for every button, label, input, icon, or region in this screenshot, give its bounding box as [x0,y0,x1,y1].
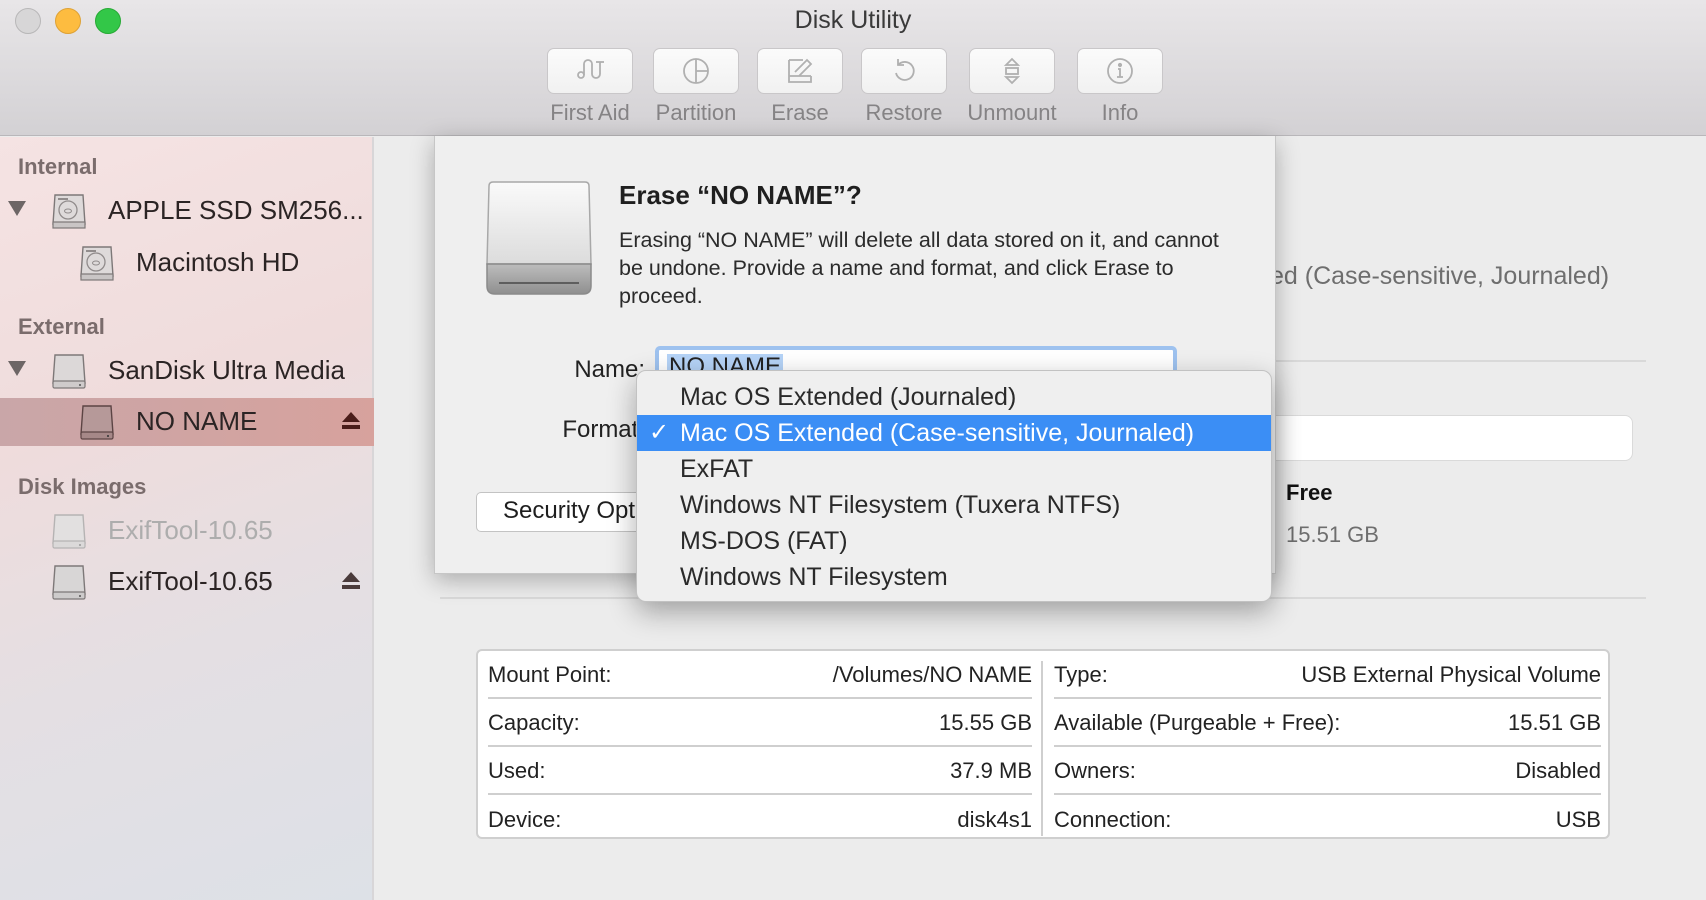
window-title: Disk Utility [794,6,912,34]
info-label: Connection: [1054,807,1172,832]
info-row: Used: 37.9 MB [488,747,1032,795]
divider [1270,360,1646,362]
sidebar-item-apple-ssd[interactable]: APPLE SSD SM256... [0,187,374,235]
volume-format-text: ed (Case-sensitive, Journaled) [1270,262,1610,290]
info-label: Info [1101,100,1139,125]
info-label: Capacity: [488,710,580,735]
external-disk-icon [80,405,114,440]
sidebar-item-macintosh-hd[interactable]: Macintosh HD [0,239,374,287]
sidebar-item-label: ExifTool-10.65 [108,566,273,596]
section-header-disk-images: Disk Images [18,474,147,499]
sidebar-item-exiftool[interactable]: ExifTool-10.65 [0,558,374,606]
format-option-label: MS-DOS (FAT) [680,527,848,555]
checkmark-icon: ✓ [649,419,670,446]
internal-disk-icon [52,194,86,229]
disk-image-icon [52,565,86,600]
format-option-label: Mac OS Extended (Case-sensitive, Journal… [680,419,1195,447]
section-header-internal: Internal [18,154,98,179]
unmount-icon [1003,57,1021,85]
external-drive-icon [486,181,592,295]
sidebar-item-label: SanDisk Ultra Media [108,355,345,385]
eraser-icon [788,58,813,83]
format-option-label: ExFAT [680,455,754,483]
info-value: disk4s1 [957,807,1032,832]
info-value: USB [1555,807,1601,832]
sidebar-item-label: APPLE SSD SM256... [108,195,364,225]
eject-icon[interactable] [342,572,360,592]
info-row: Capacity: 15.55 GB [488,699,1032,747]
disk-image-icon [52,514,86,549]
format-option-label: Windows NT Filesystem [680,563,948,591]
free-label: Free [1286,480,1333,505]
disclosure-triangle-icon[interactable] [8,201,26,216]
format-option[interactable]: Windows NT Filesystem [637,559,1271,595]
info-value: /Volumes/NO NAME [832,662,1032,687]
stethoscope-icon [577,59,604,79]
info-label: Owners: [1054,758,1136,783]
sidebar-item-label: Macintosh HD [136,247,300,277]
sidebar: Internal APPLE SSD SM256... Macintosh HD… [0,137,374,900]
format-option-selected[interactable]: ✓ Mac OS Extended (Case-sensitive, Journ… [637,415,1271,451]
sidebar-item-sandisk[interactable]: SanDisk Ultra Media [0,347,374,395]
info-row: Type: USB External Physical Volume [1054,651,1601,699]
format-label: Format: [562,416,645,443]
info-column-left: Mount Point: /Volumes/NO NAME Capacity: … [488,651,1032,841]
first-aid-button[interactable]: First Aid [547,48,633,126]
title-bar: Disk Utility First Aid Partition Erase R… [0,0,1706,136]
info-table: Mount Point: /Volumes/NO NAME Capacity: … [476,649,1610,839]
restore-arrow-icon [895,59,915,81]
sheet-message: Erasing “NO NAME” will delete all data s… [619,228,1219,308]
sidebar-item-label: NO NAME [136,406,258,436]
format-option[interactable]: MS-DOS (FAT) [637,523,1271,559]
info-row: Available (Purgeable + Free): 15.51 GB [1054,699,1601,747]
info-icon [1107,58,1133,84]
format-option[interactable]: Windows NT Filesystem (Tuxera NTFS) [637,487,1271,523]
info-value: Disabled [1515,758,1601,783]
sidebar-item-no-name[interactable]: NO NAME [0,398,374,446]
partition-button[interactable]: Partition [653,48,739,126]
info-row: Owners: Disabled [1054,747,1601,795]
info-value: 15.55 GB [939,710,1032,735]
eject-icon[interactable] [342,412,360,432]
info-button[interactable]: Info [1077,48,1163,126]
free-value: 15.51 GB [1286,522,1379,547]
info-row: Mount Point: /Volumes/NO NAME [488,651,1032,699]
restore-button[interactable]: Restore [861,48,947,126]
info-row: Connection: USB [1054,795,1601,843]
external-disk-icon [52,354,86,389]
info-label: Mount Point: [488,662,612,687]
info-label: Used: [488,758,546,783]
sidebar-item-exiftool-dimmed[interactable]: ExifTool-10.65 [0,507,374,555]
info-label: Device: [488,807,562,832]
disclosure-triangle-icon[interactable] [8,361,26,376]
internal-disk-icon [80,246,114,281]
pie-chart-icon [683,58,709,84]
format-option-label: Mac OS Extended (Journaled) [680,383,1017,411]
info-label: Type: [1054,662,1108,687]
format-option-label: Windows NT Filesystem (Tuxera NTFS) [680,491,1121,519]
sidebar-item-label: ExifTool-10.65 [108,515,273,545]
info-row: Device: disk4s1 [488,795,1032,843]
info-label: Available (Purgeable + Free): [1054,710,1341,735]
usage-bar [1260,415,1633,461]
info-column-right: Type: USB External Physical Volume Avail… [1054,651,1601,841]
sheet-title: Erase “NO NAME”? [619,180,862,210]
erase-button[interactable]: Erase [757,48,843,126]
name-label: Name: [574,356,645,383]
format-option[interactable]: Mac OS Extended (Journaled) [637,379,1271,415]
format-option[interactable]: ExFAT [637,451,1271,487]
info-value: USB External Physical Volume [1301,662,1601,687]
column-divider [1041,661,1043,836]
section-header-external: External [18,314,105,339]
unmount-button[interactable]: Unmount [967,48,1057,126]
format-popup-menu[interactable]: Mac OS Extended (Journaled) ✓ Mac OS Ext… [636,370,1272,602]
info-value: 37.9 MB [950,758,1032,783]
info-value: 15.51 GB [1508,710,1601,735]
